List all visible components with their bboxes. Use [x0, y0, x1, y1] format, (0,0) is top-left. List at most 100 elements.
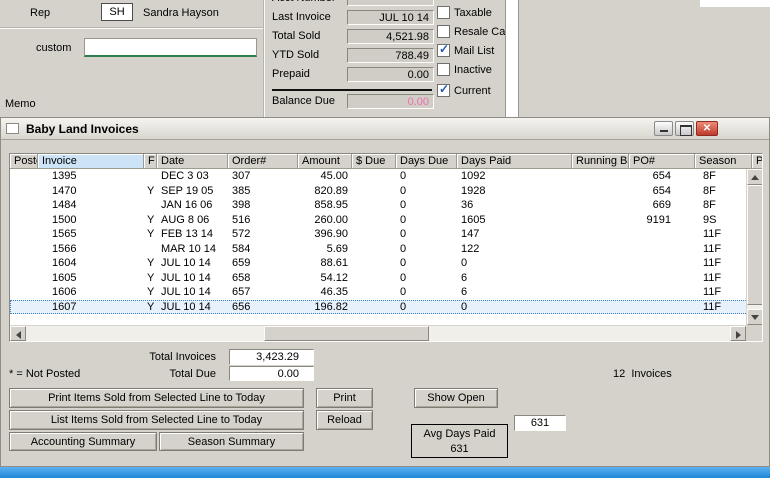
field-row: Acct Number	[272, 0, 436, 7]
checkbox[interactable]	[437, 63, 450, 76]
minimize-icon[interactable]	[654, 121, 673, 136]
show-open-button[interactable]: Show Open	[414, 388, 498, 408]
col-header-amount[interactable]: Amount	[298, 154, 352, 168]
cell-amount: 260.00	[314, 213, 348, 226]
col-header-date[interactable]: Date	[157, 154, 228, 168]
horizontal-scrollbar[interactable]	[10, 325, 746, 341]
scroll-up-icon[interactable]	[747, 169, 762, 185]
screen: Rep Sandra Hayson custom Memo Acct Numbe…	[0, 0, 770, 478]
reload-button[interactable]: Reload	[316, 410, 373, 430]
close-icon[interactable]	[696, 121, 718, 136]
checkbox[interactable]	[437, 82, 450, 97]
col-header-order[interactable]: Order#	[228, 154, 298, 168]
cell-posted	[10, 184, 38, 199]
vertical-scrollbar-thumb[interactable]	[747, 185, 762, 305]
col-header-po[interactable]: PO#	[629, 154, 695, 168]
rep-code-field[interactable]	[101, 3, 133, 21]
table-row[interactable]: 1395 DEC 3 03 307 45.00 0 1092 654 8F	[10, 169, 746, 184]
cell-posted	[10, 285, 38, 300]
checkbox-row[interactable]: Current	[437, 82, 491, 97]
cell-amount: 46.35	[320, 286, 348, 298]
cell-season: 8F	[703, 170, 716, 182]
col-header-running-bal[interactable]: Running Bal	[572, 154, 629, 168]
col-header-due[interactable]: $ Due	[352, 154, 396, 168]
cell-days-paid: 1605	[461, 213, 486, 226]
table-row[interactable]: 1607 Y JUL 10 14 656 196.82 0 0 11F	[10, 299, 746, 315]
checkbox[interactable]	[437, 25, 450, 38]
col-header-posted[interactable]: Posted	[10, 154, 38, 168]
invoice-table-body: 1395 DEC 3 03 307 45.00 0 1092 654 8F 14…	[10, 169, 746, 325]
vertical-scrollbar[interactable]	[746, 169, 762, 325]
print-items-sold-button[interactable]: Print Items Sold from Selected Line to T…	[9, 388, 304, 408]
cell-days-due: 0	[400, 170, 407, 182]
invoice-table: Posted Invoice F Date Order# Amount $ Du…	[9, 153, 763, 342]
checkbox-row[interactable]: Taxable	[437, 6, 492, 19]
table-row[interactable]: 1566 MAR 10 14 584 5.69 0 122 11F	[10, 242, 746, 257]
cell-due	[352, 213, 396, 228]
table-row[interactable]: 1484 JAN 16 06 398 858.95 0 36 669 8F	[10, 198, 746, 213]
col-header-days-due[interactable]: Days Due	[396, 154, 457, 168]
print-button[interactable]: Print	[316, 388, 373, 408]
col-header-season[interactable]: Season	[695, 154, 752, 168]
field-label: Acct Number	[272, 0, 336, 4]
accounting-summary-button[interactable]: Accounting Summary	[9, 432, 157, 451]
scroll-left-icon[interactable]	[10, 326, 26, 341]
season-summary-button[interactable]: Season Summary	[159, 432, 304, 451]
cell-running-bal	[572, 271, 629, 286]
cell-invoice: 1500	[52, 213, 77, 226]
checkbox-label: Taxable	[454, 6, 492, 19]
table-row[interactable]: 1605 Y JUL 10 14 658 54.12 0 6 11F	[10, 271, 746, 286]
table-row[interactable]: 1604 Y JUL 10 14 659 88.61 0 0 11F	[10, 256, 746, 271]
table-row[interactable]: 1470 Y SEP 19 05 385 820.89 0 1928 654 8…	[10, 184, 746, 199]
cell-running-bal	[572, 198, 629, 213]
checkbox-row[interactable]: Resale Card	[437, 25, 515, 38]
field-row: Prepaid 0.00	[272, 67, 436, 83]
invoices-window: Baby Land Invoices Posted Invoice F Date…	[0, 117, 770, 467]
list-items-sold-button[interactable]: List Items Sold from Selected Line to To…	[9, 410, 304, 430]
col-header-f[interactable]: F	[144, 154, 157, 168]
table-row[interactable]: 1500 Y AUG 8 06 516 260.00 0 1605 9191 9…	[10, 213, 746, 228]
col-header-pic[interactable]: Pic	[752, 154, 762, 168]
total-invoices-label: Total Invoices	[149, 351, 216, 363]
cell-posted	[10, 169, 38, 184]
field-value: 0.00	[347, 94, 434, 109]
col-header-days-paid[interactable]: Days Paid	[457, 154, 572, 168]
field-value	[347, 0, 434, 6]
table-row[interactable]: 1606 Y JUL 10 14 657 46.35 0 6 11F	[10, 285, 746, 300]
cell-invoice: 1395	[52, 170, 77, 182]
bottom-window-edge	[0, 467, 770, 478]
cell-running-bal	[572, 227, 629, 242]
cell-f: Y	[147, 286, 155, 298]
cell-running-bal	[572, 285, 629, 300]
not-posted-note: * = Not Posted	[9, 368, 81, 380]
cell-due	[352, 300, 396, 315]
avg-days-paid-panel: Avg Days Paid 631	[411, 424, 508, 458]
cell-days-due: 0	[400, 199, 407, 211]
scroll-right-icon[interactable]	[730, 326, 746, 341]
cell-order: 656	[232, 300, 251, 313]
col-header-invoice[interactable]: Invoice	[38, 154, 144, 168]
cell-order: 658	[232, 271, 251, 284]
cell-days-due: 0	[400, 271, 407, 284]
cell-order: 398	[232, 199, 251, 211]
cell-season: 11F	[703, 286, 722, 298]
checkbox-row[interactable]: Inactive	[437, 63, 492, 76]
maximize-icon[interactable]	[675, 121, 694, 136]
checkbox[interactable]	[437, 6, 450, 19]
cell-date: JUL 10 14	[161, 286, 211, 298]
table-row[interactable]: 1565 Y FEB 13 14 572 396.90 0 147 11F	[10, 227, 746, 242]
checkbox-label: Current	[454, 84, 491, 97]
scroll-down-icon[interactable]	[747, 309, 762, 325]
cell-order: 659	[232, 257, 251, 269]
cell-posted	[10, 198, 38, 213]
cell-posted	[10, 242, 38, 257]
checkbox[interactable]	[437, 42, 450, 57]
cell-days-due: 0	[400, 286, 407, 298]
checkbox-row[interactable]: Mail List	[437, 42, 494, 57]
field-label: Prepaid	[272, 68, 310, 80]
cell-invoice: 1470	[52, 184, 77, 197]
cell-days-paid: 0	[461, 257, 468, 269]
horizontal-scrollbar-thumb[interactable]	[264, 326, 429, 341]
custom-input[interactable]	[84, 38, 257, 57]
field-row: YTD Sold 788.49	[272, 48, 436, 64]
